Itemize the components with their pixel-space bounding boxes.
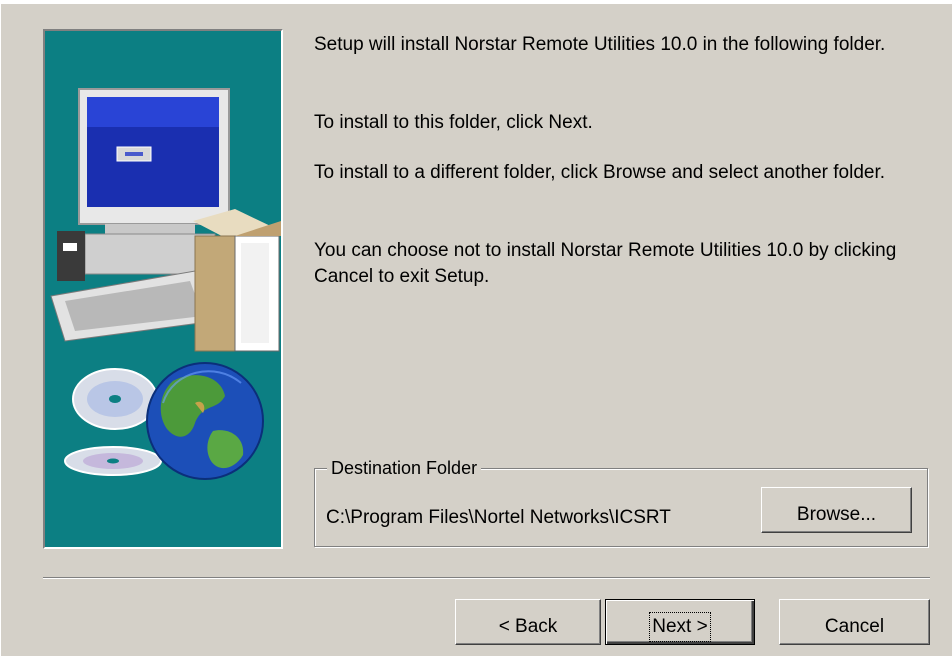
- box-icon: [193, 209, 281, 352]
- setup-dialog: Setup will install Norstar Remote Utilit…: [0, 0, 952, 656]
- browse-button-label: Browse...: [796, 504, 877, 525]
- setup-illustration: [43, 29, 283, 549]
- keyboard-icon: [50, 270, 216, 342]
- next-button[interactable]: Next >: [605, 599, 755, 645]
- install-location-message: Setup will install Norstar Remote Utilit…: [314, 34, 886, 55]
- next-instruction-message: To install to this folder, click Next.: [314, 112, 593, 133]
- back-button-label: < Back: [498, 616, 558, 637]
- cancel-button-label: Cancel: [824, 616, 885, 637]
- button-separator: [43, 577, 930, 579]
- destination-folder-title: Destination Folder: [327, 456, 482, 480]
- browse-instruction-message: To install to a different folder, click …: [314, 162, 886, 183]
- back-button[interactable]: < Back: [455, 599, 601, 645]
- cancel-instruction-message: You can choose not to install Norstar Re…: [314, 240, 897, 287]
- top-edge: [1, 0, 952, 4]
- browse-button[interactable]: Browse...: [761, 487, 912, 533]
- next-button-label: Next >: [649, 612, 711, 642]
- globe-icon: [146, 362, 264, 480]
- cancel-button[interactable]: Cancel: [779, 599, 930, 645]
- destination-path: C:\Program Files\Nortel Networks\ICSRT: [326, 507, 671, 528]
- computer-monitor-icon: [78, 88, 230, 234]
